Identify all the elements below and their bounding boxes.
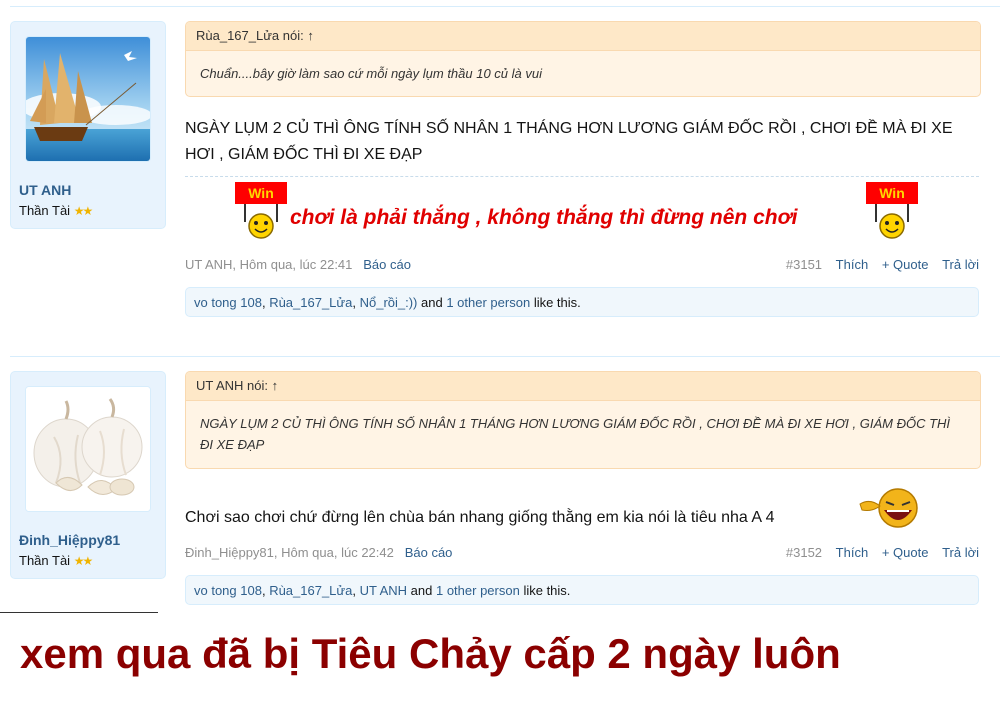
garlic-avatar-image xyxy=(26,387,150,511)
liker-link[interactable]: UT ANH xyxy=(360,583,407,598)
quote-author[interactable]: Rùa_167_Lửa nói: ↑ xyxy=(186,22,980,51)
liker-link[interactable]: Rùa_167_Lửa xyxy=(269,583,352,598)
post-author-time[interactable]: UT ANH, Hôm qua, lúc 22:41 xyxy=(185,257,352,272)
signature: Win chơi là phải thắng , không thắng thì… xyxy=(185,182,979,252)
avatar[interactable] xyxy=(25,36,151,162)
post-number[interactable]: #3152 xyxy=(786,545,822,560)
forum-thread: UT ANH Thần Tài ★★ Rùa_167_Lửa nói: ↑ Ch… xyxy=(0,0,1000,612)
username[interactable]: Đinh_Hiệppy81 xyxy=(19,532,120,548)
rank-stars: ★★ xyxy=(73,204,93,218)
caption-text: xem qua đã bị Tiêu Chảy cấp 2 ngày luôn xyxy=(20,630,841,677)
user-panel: Đinh_Hiệppy81 Thần Tài ★★ xyxy=(10,371,166,579)
user-panel: UT ANH Thần Tài ★★ xyxy=(10,21,166,229)
likes-and: and xyxy=(410,583,433,598)
user-title-text: Thần Tài xyxy=(19,203,71,218)
user-title: Thần Tài ★★ xyxy=(19,553,93,568)
liker-link[interactable]: vo tong 108 xyxy=(194,295,262,310)
likes-and: and xyxy=(421,295,443,310)
post-actions: #3152 Thích + Quote Trả lời xyxy=(776,542,979,564)
username[interactable]: UT ANH xyxy=(19,182,71,198)
user-title-text: Thần Tài xyxy=(19,553,71,568)
reply-button[interactable]: Trả lời xyxy=(942,545,979,560)
likes-others-link[interactable]: 1 other person xyxy=(436,583,520,598)
quote-block: UT ANH nói: ↑ NGÀY LỤM 2 CỦ THÌ ÔNG TÍNH… xyxy=(185,371,981,469)
post-divider xyxy=(10,6,1000,7)
report-link[interactable]: Báo cáo xyxy=(405,545,453,560)
win-smiley-icon: Win xyxy=(866,182,918,242)
likes-others-link[interactable]: 1 other person xyxy=(446,295,530,310)
laughing-emoji-icon xyxy=(859,488,918,528)
post-author-time[interactable]: Đinh_Hiệppy81, Hôm qua, lúc 22:42 xyxy=(185,545,394,560)
liker-link[interactable]: vo tong 108 xyxy=(194,583,262,598)
quote-block: Rùa_167_Lửa nói: ↑ Chuẩn....bây giờ làm … xyxy=(185,21,981,97)
avatar[interactable] xyxy=(25,386,151,512)
signature-divider xyxy=(185,176,979,177)
quote-text: Chuẩn....bây giờ làm sao cứ mỗi ngày lụm… xyxy=(200,66,542,81)
post-actions: #3151 Thích + Quote Trả lời xyxy=(776,254,979,276)
likes-summary: vo tong 108, Rùa_167_Lửa, Nổ_rồi_:)) and… xyxy=(185,287,979,317)
rank-stars: ★★ xyxy=(73,554,93,568)
post-message: Chơi sao chơi chứ đừng lên chùa bán nhan… xyxy=(185,509,775,526)
post-message: NGÀY LỤM 2 CỦ THÌ ÔNG TÍNH SỐ NHÂN 1 THÁ… xyxy=(185,120,953,163)
signature-text: chơi là phải thắng , không thắng thì đừn… xyxy=(290,206,798,229)
sailboat-avatar-image xyxy=(26,37,150,161)
quote-author[interactable]: UT ANH nói: ↑ xyxy=(186,372,980,401)
likes-suffix: like this. xyxy=(533,295,581,310)
post-divider xyxy=(10,356,1000,357)
like-button[interactable]: Thích xyxy=(836,545,869,560)
quote-button[interactable]: + Quote xyxy=(882,257,929,272)
quote-text: NGÀY LỤM 2 CỦ THÌ ÔNG TÍNH SỐ NHÂN 1 THÁ… xyxy=(200,416,951,452)
quote-button[interactable]: + Quote xyxy=(882,545,929,560)
post-number[interactable]: #3151 xyxy=(786,257,822,272)
report-link[interactable]: Báo cáo xyxy=(363,257,411,272)
post-meta: UT ANH, Hôm qua, lúc 22:41 Báo cáo #3151… xyxy=(185,254,979,276)
liker-link[interactable]: Rùa_167_Lửa xyxy=(269,295,352,310)
liker-link[interactable]: Nổ_rồi_:)) xyxy=(360,295,418,310)
like-button[interactable]: Thích xyxy=(836,257,869,272)
user-title: Thần Tài ★★ xyxy=(19,203,93,218)
post-meta: Đinh_Hiệppy81, Hôm qua, lúc 22:42 Báo cá… xyxy=(185,542,979,564)
win-smiley-icon: Win xyxy=(235,182,287,242)
reply-button[interactable]: Trả lời xyxy=(942,257,979,272)
frame-edge xyxy=(0,612,158,613)
likes-suffix: like this. xyxy=(523,583,571,598)
likes-summary: vo tong 108, Rùa_167_Lửa, UT ANH and 1 o… xyxy=(185,575,979,605)
